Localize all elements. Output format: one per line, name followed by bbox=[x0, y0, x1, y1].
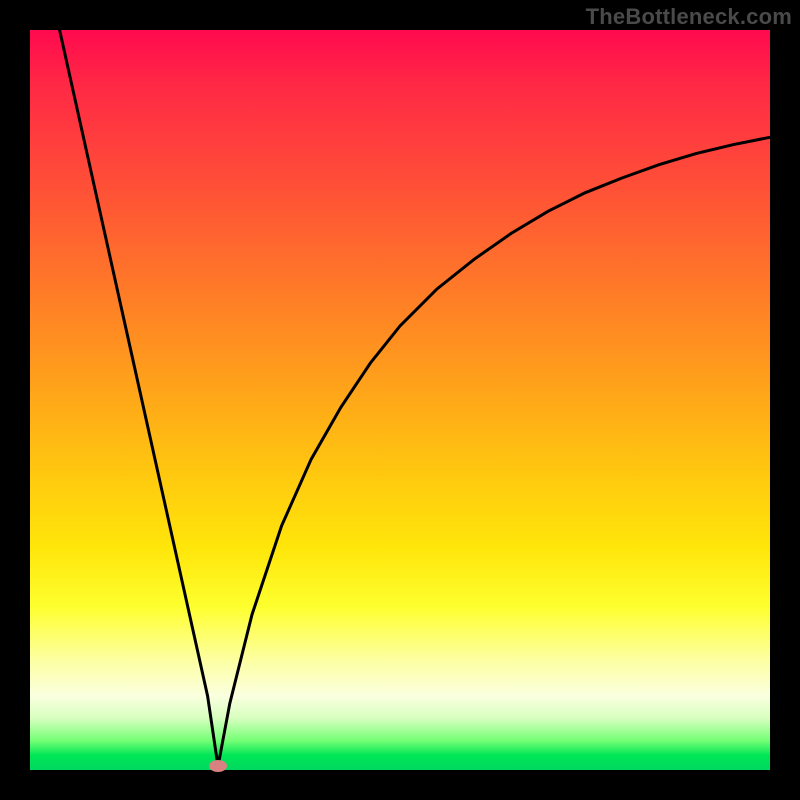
bottleneck-curve bbox=[60, 30, 770, 766]
chart-frame: TheBottleneck.com bbox=[0, 0, 800, 800]
curve-svg bbox=[30, 30, 770, 770]
watermark-label: TheBottleneck.com bbox=[586, 4, 792, 30]
minimum-marker bbox=[209, 760, 227, 772]
plot-area bbox=[30, 30, 770, 770]
